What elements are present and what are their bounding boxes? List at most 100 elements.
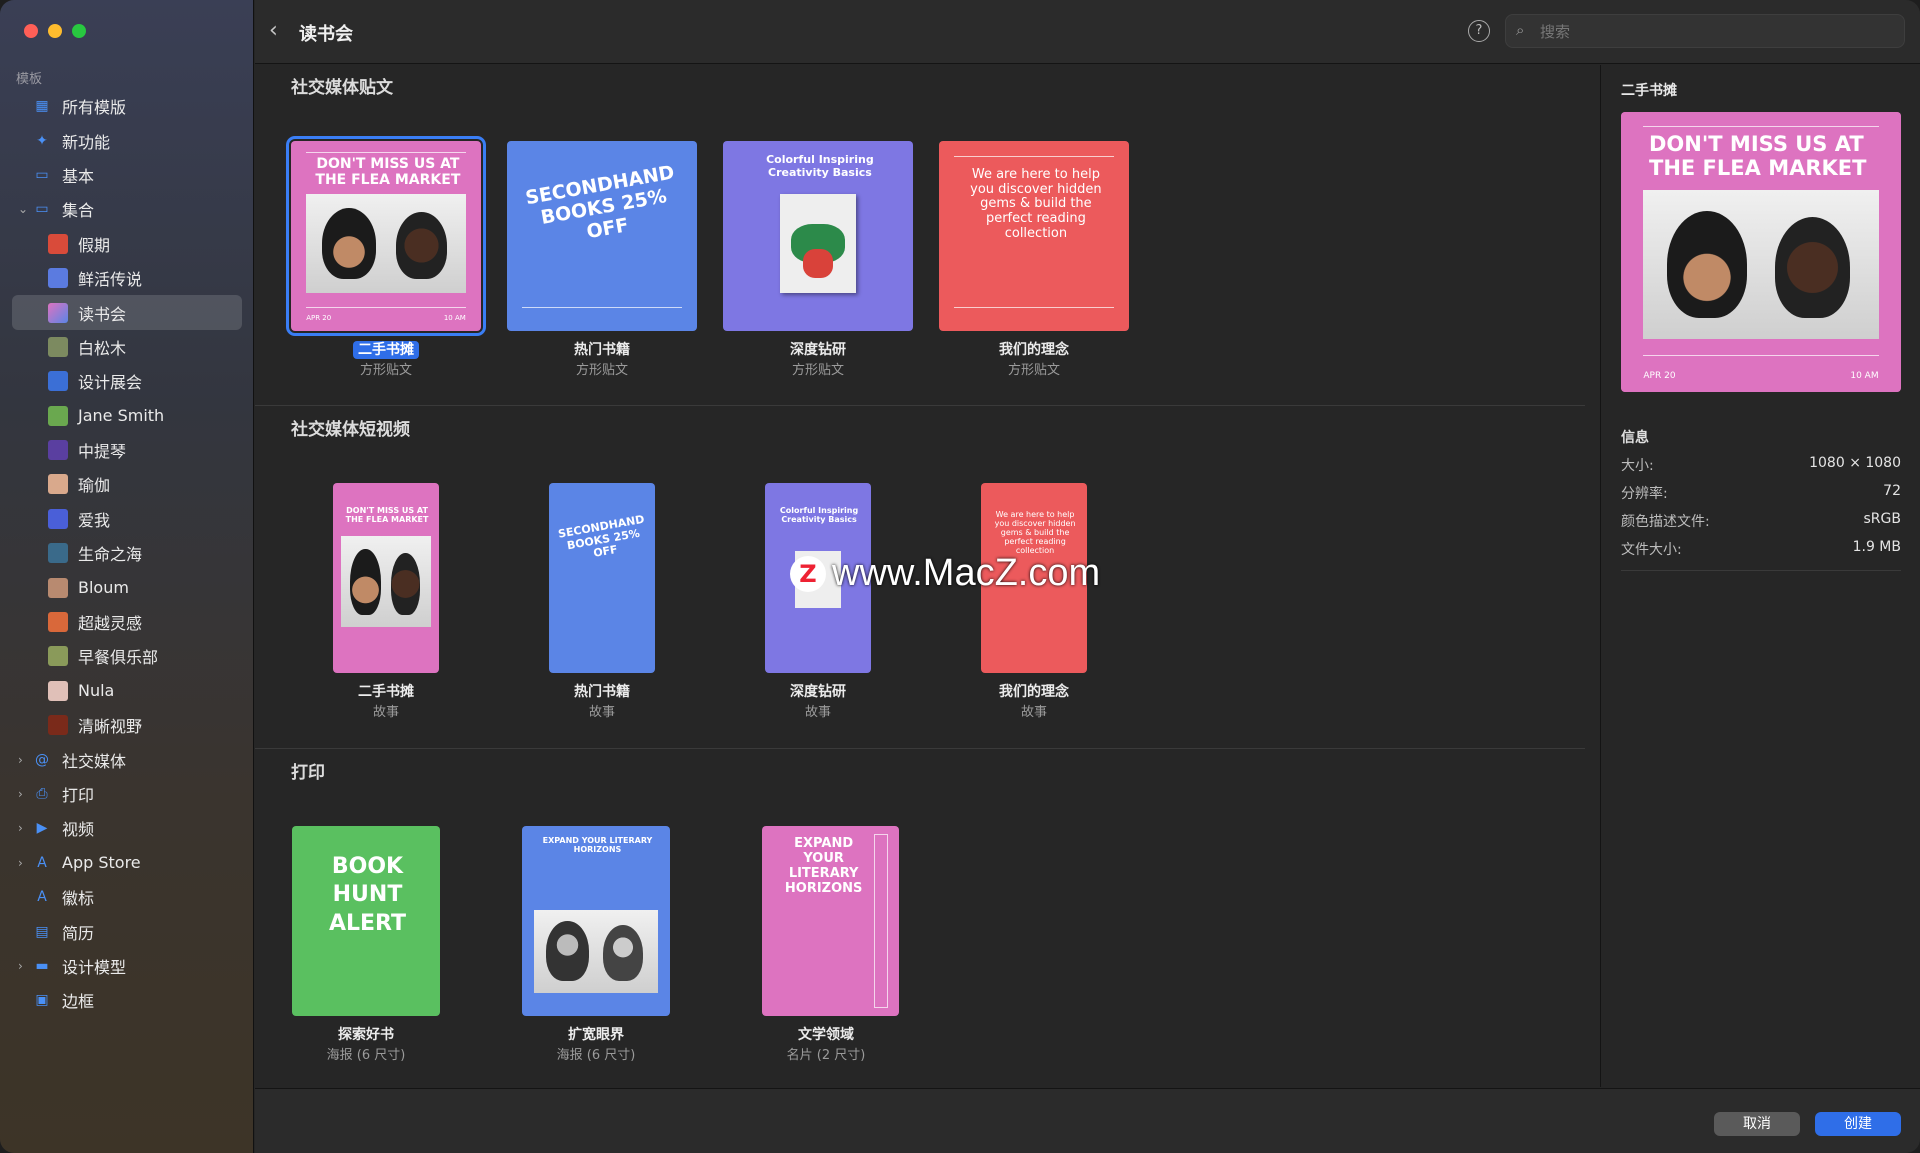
sidebar-item-nula[interactable]: Nula bbox=[0, 674, 254, 708]
template-tile[interactable]: SECONDHAND BOOKS 25% OFF 热门书籍 方形贴文 bbox=[507, 141, 697, 391]
template-type: 故事 bbox=[1020, 705, 1047, 720]
template-thumbnail[interactable]: SECONDHAND BOOKS 25% OFF bbox=[507, 141, 697, 331]
back-chevron-icon[interactable]: ‹ bbox=[269, 18, 278, 43]
sidebar-item-label: Nula bbox=[78, 681, 115, 701]
cancel-button[interactable]: 取消 bbox=[1714, 1112, 1800, 1136]
template-thumbnail[interactable]: EXPAND YOUR LITERARY HORIZONS bbox=[522, 826, 670, 1016]
sidebar-item-label: App Store bbox=[62, 853, 141, 873]
section-title: 打印 bbox=[291, 763, 325, 783]
template-tile[interactable]: EXPAND YOUR LITERARY HORIZONS 扩宽眼界 海报 (6… bbox=[521, 826, 671, 1076]
sidebar-item-label: Jane Smith bbox=[78, 406, 165, 426]
thumbnail-headline: DON'T MISS US AT THE FLEA MARKET bbox=[315, 156, 461, 189]
monitor-icon: ▬ bbox=[35, 957, 49, 974]
template-name: 二手书摊 bbox=[291, 339, 481, 359]
sidebar-item-label: 清晰视野 bbox=[78, 717, 143, 737]
collection-thumbnail bbox=[48, 508, 68, 529]
sidebar-item-frames[interactable]: ▣ 边框 bbox=[0, 983, 254, 1017]
chevron-right-icon[interactable]: › bbox=[18, 787, 23, 801]
watermark-text: www.MacZ.com bbox=[832, 552, 1101, 594]
template-name: 我们的理念 bbox=[999, 342, 1069, 358]
sidebar-item-white-pine[interactable]: 白松木 bbox=[0, 330, 254, 364]
template-thumbnail[interactable]: We are here to help you discover hidden … bbox=[939, 141, 1129, 331]
template-thumbnail[interactable]: SECONDHAND BOOKS 25% OFF bbox=[549, 483, 655, 673]
sidebar-item-basic[interactable]: ▭ 基本 bbox=[0, 158, 254, 192]
sidebar-item-label: 白松木 bbox=[78, 338, 127, 358]
template-tile[interactable]: Colorful Inspiring Creativity Basics 深度钻… bbox=[763, 483, 873, 733]
template-tile[interactable]: BOOK HUNT ALERT 探索好书 海报 (6 尺寸) bbox=[291, 826, 441, 1076]
template-tile[interactable]: EXPAND YOUR LITERARY HORIZONS 文学领域 名片 (2… bbox=[751, 826, 901, 1076]
collection-thumbnail bbox=[48, 577, 68, 598]
template-thumbnail[interactable]: Colorful Inspiring Creativity Basics bbox=[723, 141, 913, 331]
sidebar-item-bloum[interactable]: Bloum bbox=[0, 570, 254, 604]
template-tile[interactable]: We are here to help you discover hidden … bbox=[939, 141, 1129, 391]
template-tile[interactable]: SECONDHAND BOOKS 25% OFF 热门书籍 故事 bbox=[547, 483, 657, 733]
minimize-window-button[interactable] bbox=[48, 24, 62, 38]
sidebar-item-social-media[interactable]: › @ 社交媒体 bbox=[0, 742, 254, 776]
create-button[interactable]: 创建 bbox=[1815, 1112, 1901, 1136]
collection-icon: ▭ bbox=[35, 201, 49, 218]
chevron-down-icon[interactable]: ⌄ bbox=[18, 202, 28, 216]
sidebar-item-love-me[interactable]: 爱我 bbox=[0, 502, 254, 536]
sidebar-item-all-templates[interactable]: ▦ 所有模版 bbox=[0, 89, 254, 123]
sidebar-item-label: 打印 bbox=[62, 786, 95, 805]
template-name: 文学领域 bbox=[798, 1027, 854, 1043]
template-tile[interactable]: DON'T MISS US AT THE FLEA MARKET APR 20 1… bbox=[286, 136, 486, 391]
sidebar-item-legend[interactable]: 鲜活传说 bbox=[0, 261, 254, 295]
sidebar-item-logo[interactable]: A 徽标 bbox=[0, 880, 254, 914]
sidebar-item-book-club[interactable]: 读书会 bbox=[12, 295, 242, 330]
collection-thumbnail bbox=[48, 474, 68, 495]
template-tile[interactable]: Colorful Inspiring Creativity Basics 深度钻… bbox=[723, 141, 913, 391]
template-type: 方形贴文 bbox=[791, 363, 844, 378]
chevron-right-icon[interactable]: › bbox=[18, 856, 23, 870]
sidebar-item-sea-of-life[interactable]: 生命之海 bbox=[0, 536, 254, 570]
sidebar-item-label: 瑜伽 bbox=[78, 476, 111, 496]
sidebar-item-label: 超越灵感 bbox=[78, 614, 143, 634]
sidebar-item-video[interactable]: › ▶ 视频 bbox=[0, 811, 254, 845]
collection-thumbnail bbox=[48, 646, 68, 667]
collection-thumbnail bbox=[48, 405, 68, 426]
sidebar-item-resume[interactable]: ▤ 简历 bbox=[0, 914, 254, 948]
collection-thumbnail bbox=[48, 302, 68, 323]
template-thumbnail[interactable]: EXPAND YOUR LITERARY HORIZONS bbox=[762, 826, 899, 1016]
thumbnail-headline: SECONDHAND BOOKS 25% OFF bbox=[523, 161, 677, 244]
selected-template-title: 二手书摊 bbox=[1621, 83, 1677, 99]
template-thumbnail[interactable]: DON'T MISS US AT THE FLEA MARKET bbox=[333, 483, 439, 673]
sidebar-item-app-store[interactable]: › A App Store bbox=[0, 846, 254, 880]
search-input[interactable] bbox=[1540, 21, 1890, 43]
sidebar-item-label: 早餐俱乐部 bbox=[78, 648, 159, 668]
sparkle-icon: ✦ bbox=[36, 132, 48, 149]
template-type: 方形贴文 bbox=[359, 363, 412, 378]
template-thumbnail[interactable]: DON'T MISS US AT THE FLEA MARKET APR 20 1… bbox=[286, 136, 486, 336]
sidebar-item-yoga[interactable]: 瑜伽 bbox=[0, 467, 254, 501]
template-tile[interactable]: DON'T MISS US AT THE FLEA MARKET 二手书摊 故事 bbox=[331, 483, 441, 733]
sidebar-item-jane-smith[interactable]: Jane Smith bbox=[0, 399, 254, 433]
chevron-right-icon[interactable]: › bbox=[18, 821, 23, 835]
grid-icon: ▦ bbox=[35, 98, 49, 115]
photo-frame-icon: ▣ bbox=[35, 992, 49, 1009]
sidebar-item-beyond-inspiration[interactable]: 超越灵感 bbox=[0, 605, 254, 639]
sidebar-item-new[interactable]: ✦ 新功能 bbox=[0, 123, 254, 157]
template-name: 深度钻研 bbox=[790, 342, 846, 358]
template-type: 海报 (6 尺寸) bbox=[326, 1048, 406, 1063]
chevron-right-icon[interactable]: › bbox=[18, 753, 23, 767]
play-icon: ▶ bbox=[36, 820, 48, 837]
close-window-button[interactable] bbox=[24, 24, 38, 38]
sidebar-item-label: 简历 bbox=[62, 923, 95, 943]
sidebar-item-print[interactable]: › ⎙ 打印 bbox=[0, 777, 254, 811]
collection-thumbnail bbox=[48, 543, 68, 564]
sidebar-item-label: 基本 bbox=[62, 166, 95, 186]
sidebar-item-breakfast-club[interactable]: 早餐俱乐部 bbox=[0, 639, 254, 673]
template-tile[interactable]: We are here to help you discover hidden … bbox=[979, 483, 1089, 733]
sidebar-item-mockups[interactable]: › ▬ 设计模型 bbox=[0, 949, 254, 983]
zoom-window-button[interactable] bbox=[72, 24, 86, 38]
template-thumbnail[interactable]: BOOK HUNT ALERT bbox=[292, 826, 440, 1016]
sidebar-item-holiday[interactable]: 假期 bbox=[0, 227, 254, 261]
sidebar-item-design-fair[interactable]: 设计展会 bbox=[0, 364, 254, 398]
template-name: 深度钻研 bbox=[790, 684, 846, 700]
sidebar-item-clear-view[interactable]: 清晰视野 bbox=[0, 708, 254, 742]
sidebar-item-collections[interactable]: ⌄ ▭ 集合 bbox=[0, 192, 254, 226]
section-social-posts: 社交媒体贴文 DON'T MISS US AT THE FLEA MARKET … bbox=[255, 65, 1585, 406]
chevron-right-icon[interactable]: › bbox=[18, 959, 23, 973]
sidebar-item-viola[interactable]: 中提琴 bbox=[0, 433, 254, 467]
help-icon[interactable]: ? bbox=[1468, 20, 1490, 42]
